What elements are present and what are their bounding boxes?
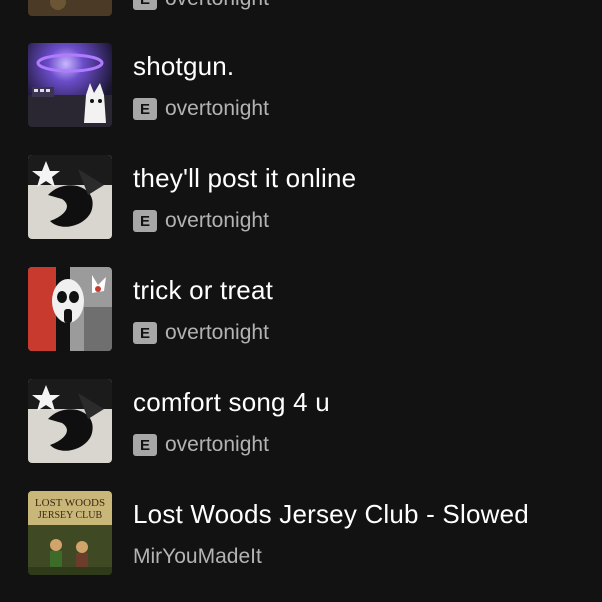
track-meta: E overtonight xyxy=(133,209,269,233)
album-art xyxy=(28,155,112,239)
track-row[interactable]: E overtonight xyxy=(0,0,602,30)
track-row[interactable]: trick or treat E overtonight xyxy=(0,254,602,366)
track-title[interactable]: trick or treat xyxy=(133,275,273,306)
explicit-badge: E xyxy=(133,210,157,232)
artist-name[interactable]: overtonight xyxy=(165,321,269,345)
track-meta: E overtonight xyxy=(133,433,269,457)
artist-name[interactable]: overtonight xyxy=(165,97,269,121)
track-title[interactable]: shotgun. xyxy=(133,51,234,82)
album-art xyxy=(28,379,112,463)
artist-name[interactable]: overtonight xyxy=(165,0,269,11)
artist-name[interactable]: overtonight xyxy=(165,433,269,457)
track-row[interactable]: shotgun. E overtonight xyxy=(0,30,602,142)
track-list: E overtonight xyxy=(0,0,602,602)
track-meta: MirYouMadeIt xyxy=(133,545,262,569)
artist-name[interactable]: overtonight xyxy=(165,209,269,233)
explicit-badge: E xyxy=(133,98,157,120)
album-art xyxy=(28,0,112,16)
explicit-badge: E xyxy=(133,0,157,10)
album-art xyxy=(28,267,112,351)
explicit-badge: E xyxy=(133,434,157,456)
track-title[interactable]: they'll post it online xyxy=(133,163,356,194)
album-art-text: JERSEY CLUB xyxy=(38,510,103,521)
album-art-text: LOST WOODS xyxy=(35,497,105,509)
track-row[interactable]: LOST WOODS JERSEY CLUB Lost Woods Jersey… xyxy=(0,478,602,590)
album-art xyxy=(28,43,112,127)
track-row[interactable]: comfort song 4 u E overtonight xyxy=(0,366,602,478)
track-meta: E overtonight xyxy=(133,321,269,345)
artist-name[interactable]: MirYouMadeIt xyxy=(133,545,262,569)
track-title[interactable]: comfort song 4 u xyxy=(133,387,330,418)
track-row[interactable]: they'll post it online E overtonight xyxy=(0,142,602,254)
track-meta: E overtonight xyxy=(133,0,269,11)
explicit-badge: E xyxy=(133,322,157,344)
track-title[interactable]: Lost Woods Jersey Club - Slowed xyxy=(133,499,529,530)
track-meta: E overtonight xyxy=(133,97,269,121)
album-art: LOST WOODS JERSEY CLUB xyxy=(28,491,112,575)
